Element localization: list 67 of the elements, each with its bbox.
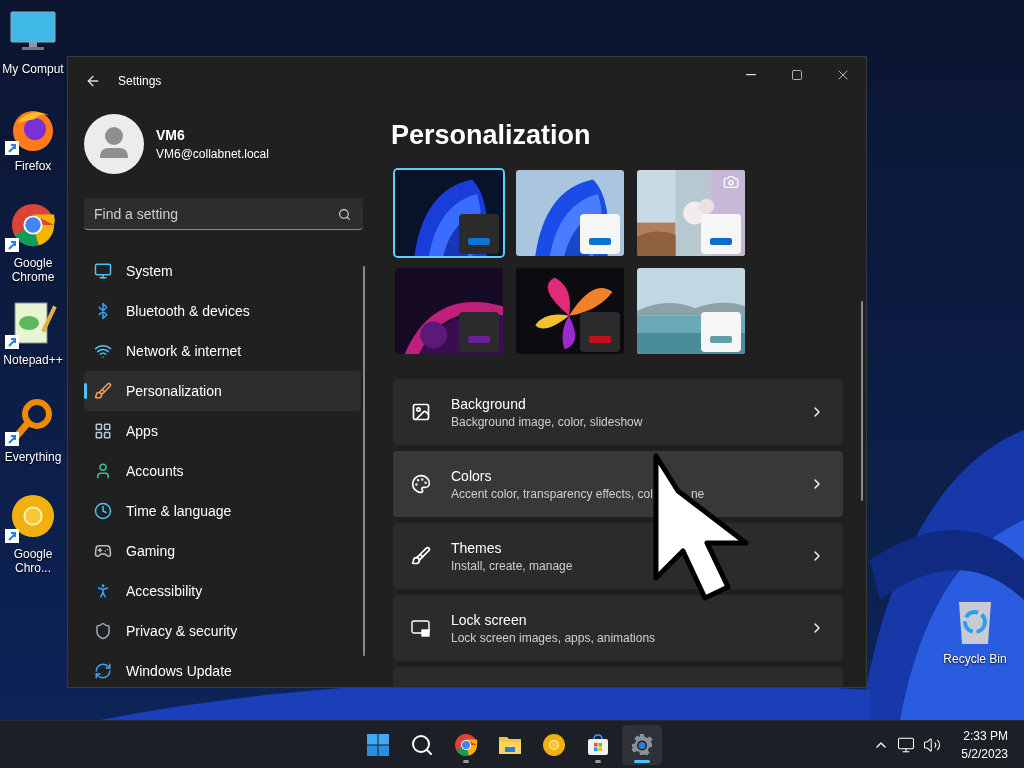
network-icon[interactable]	[897, 735, 916, 754]
image-icon	[411, 402, 431, 422]
account-name: VM6	[156, 127, 186, 143]
search-icon	[410, 733, 434, 757]
nav-item[interactable]: Apps	[84, 411, 361, 451]
windows-logo-icon	[366, 733, 390, 757]
taskbar-button[interactable]	[622, 725, 662, 765]
lock-screen-icon	[411, 618, 431, 638]
store-bag-icon	[586, 733, 610, 757]
gamepad-icon	[94, 542, 112, 560]
palette-icon	[411, 474, 431, 494]
desktop-shortcut[interactable]: Everything	[0, 388, 66, 485]
chrome-icon	[454, 733, 478, 757]
avatar	[84, 114, 144, 174]
desktop-shortcut[interactable]: Google Chrome	[0, 194, 66, 291]
settings-card[interactable]: Lock screen Lock screen images, apps, animations	[393, 595, 843, 661]
nav-item[interactable]: Windows Update	[84, 651, 361, 687]
nav-item[interactable]: Time & language	[84, 491, 361, 531]
search-field[interactable]: Find a setting	[84, 198, 363, 230]
nav-item[interactable]: System	[84, 251, 361, 291]
nav-item[interactable]: Personalization	[84, 371, 361, 411]
chrome-canary-icon	[542, 733, 566, 757]
maximize-icon	[791, 69, 803, 81]
volume-icon[interactable]	[923, 735, 942, 754]
card-description: Background image, color, slideshow	[451, 414, 643, 429]
account-email: VM6@collabnet.local	[156, 147, 269, 161]
card-description: ne	[690, 486, 705, 501]
clock-date: 5/2/2023	[961, 746, 1008, 761]
brush-icon	[94, 382, 112, 400]
desktop-shortcut[interactable]: Google Chro...	[0, 485, 66, 582]
search-icon	[338, 208, 351, 221]
page-title: Personalization	[391, 119, 592, 152]
window-title: Settings	[118, 74, 163, 88]
card-description: Lock screen images, apps, animations	[451, 630, 656, 645]
nav-item[interactable]: Accounts	[84, 451, 361, 491]
desktop-shortcut[interactable]: My Comput	[0, 0, 66, 97]
nav-item[interactable]: Accessibility	[84, 571, 361, 611]
monitor-icon	[94, 262, 112, 280]
scrollbar[interactable]	[861, 301, 863, 501]
nav-item[interactable]: Bluetooth & devices	[84, 291, 361, 331]
camera-icon	[723, 174, 739, 190]
nav-item[interactable]: Network & internet	[84, 331, 361, 371]
card-title: Lock screen	[451, 611, 528, 628]
refresh-icon	[94, 662, 112, 680]
minimize-icon	[746, 74, 756, 76]
card-title: Colors	[451, 467, 493, 484]
card-title: Themes	[451, 539, 503, 556]
settings-card[interactable]: Colors Accent color, transparency effects, col ne	[393, 451, 843, 517]
card-description: Accent color, transparency effects, col	[451, 486, 653, 501]
scrollbar[interactable]	[363, 266, 365, 656]
settings-card[interactable]: Background Background image, color, slideshow	[393, 379, 843, 445]
desktop-shortcut[interactable]: Notepad++	[0, 291, 66, 388]
chrome-icon	[10, 202, 56, 248]
clock-time: 2:33 PM	[963, 728, 1008, 743]
nav-item[interactable]: Privacy & security	[84, 611, 361, 651]
clock-icon	[94, 502, 112, 520]
shield-icon	[94, 622, 112, 640]
card-description: Install, create, manage	[451, 558, 573, 573]
nav-item[interactable]: Gaming	[84, 531, 361, 571]
card-title: Background	[451, 395, 527, 412]
desktop-shortcut[interactable]: Firefox	[0, 97, 66, 194]
brush-icon	[411, 546, 431, 566]
gear-icon	[630, 733, 654, 757]
grid-icon	[94, 422, 112, 440]
wifi-icon	[94, 342, 112, 360]
person-icon	[94, 462, 112, 480]
chrome-canary-icon	[10, 493, 56, 539]
